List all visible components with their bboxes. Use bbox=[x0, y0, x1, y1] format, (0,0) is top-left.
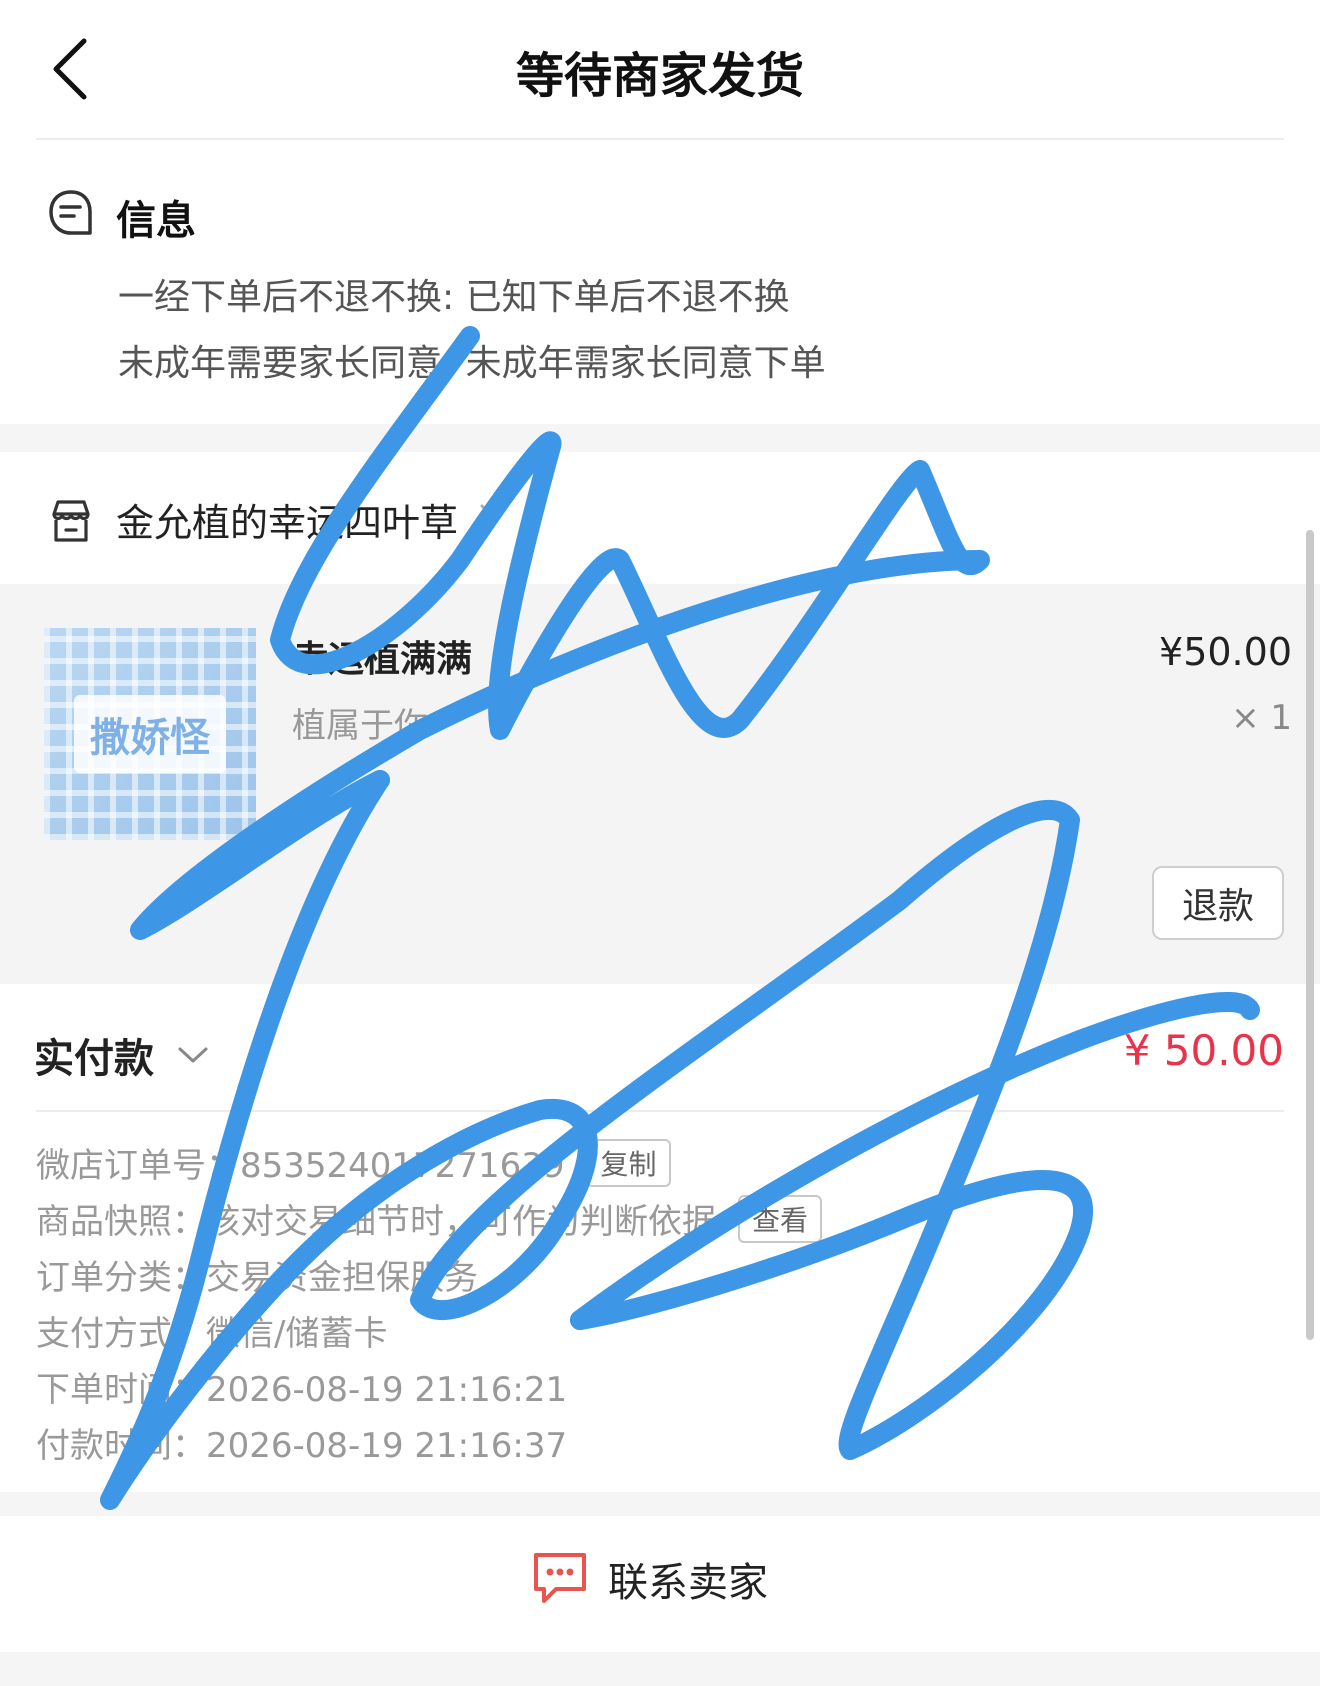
order-detail-page: 等待商家发货 信息 一经下单后不退不换: 已知下单后不退不换 未成年需要家长同意… bbox=[0, 0, 1320, 1686]
info-line-no-return: 一经下单后不退不换: 已知下单后不退不换 bbox=[118, 277, 790, 318]
info-section: 信息 一经下单后不退不换: 已知下单后不退不换 未成年需要家长同意: 未成年需家… bbox=[0, 140, 1320, 424]
product-subtitle: 植属于你 bbox=[292, 706, 428, 746]
amount-paid-label: 实付款 bbox=[34, 1036, 154, 1082]
order-number: 微店订单号：853524017271639 bbox=[36, 1146, 565, 1186]
product-quantity: × 1 bbox=[1231, 698, 1292, 738]
contact-seller-button[interactable]: 联系卖家 bbox=[530, 1550, 768, 1608]
info-title: 信息 bbox=[116, 198, 196, 244]
payment-method: 支付方式：微信/储蓄卡 bbox=[36, 1314, 388, 1354]
message-note-icon bbox=[49, 190, 92, 235]
product-thumbnail[interactable]: 撒娇怪 bbox=[44, 628, 256, 840]
contact-seller-label: 联系卖家 bbox=[608, 1560, 768, 1606]
amount-paid-value: ¥ 50.00 bbox=[1123, 1026, 1284, 1075]
product-name: 幸运植满满 bbox=[292, 639, 473, 680]
header: 等待商家发货 bbox=[0, 0, 1320, 140]
page-title: 等待商家发货 bbox=[515, 48, 804, 104]
snapshot-row: 商品快照：核对交易细节时，可作为判断依据 查看 bbox=[36, 1194, 823, 1243]
product-price: ¥50.00 bbox=[1159, 630, 1292, 674]
payment-time: 付款时间：2026-08-19 21:16:37 bbox=[36, 1426, 568, 1466]
chevron-right-icon bbox=[480, 504, 498, 535]
order-time: 下单时间：2026-08-19 21:16:21 bbox=[36, 1370, 568, 1410]
shop-icon bbox=[52, 500, 90, 542]
view-snapshot-button[interactable]: 查看 bbox=[738, 1194, 823, 1243]
refund-button[interactable]: 退款 bbox=[1152, 866, 1284, 940]
thumbnail-text: 撒娇怪 bbox=[74, 695, 226, 773]
shop-section: 金允植的幸运四叶草 撒娇怪 幸运植满满 植属于你 ¥50.00 × 1 退款 bbox=[0, 452, 1320, 984]
order-category: 订单分类：交易资金担保服务 bbox=[36, 1258, 478, 1298]
bottom-bar: 联系卖家 bbox=[0, 1516, 1320, 1652]
scrollbar[interactable] bbox=[1306, 530, 1314, 1340]
info-line-guardian-consent: 未成年需要家长同意: 未成年需家长同意下单 bbox=[118, 343, 826, 384]
shop-name: 金允植的幸运四叶草 bbox=[116, 501, 459, 545]
product-card[interactable]: 撒娇怪 幸运植满满 植属于你 ¥50.00 × 1 退款 bbox=[0, 584, 1320, 984]
chevron-down-icon bbox=[178, 1047, 208, 1063]
payment-divider bbox=[36, 1110, 1284, 1112]
chat-bubble-icon bbox=[534, 1553, 586, 1603]
shop-link[interactable]: 金允植的幸运四叶草 bbox=[116, 492, 502, 547]
copy-button[interactable]: 复制 bbox=[586, 1138, 671, 1187]
payment-section: 实付款 ¥ 50.00 微店订单号：853524017271639 复制 商品快… bbox=[0, 984, 1320, 1492]
product-snapshot: 商品快照：核对交易细节时，可作为判断依据 bbox=[36, 1202, 716, 1242]
order-number-row: 微店订单号：853524017271639 复制 bbox=[36, 1138, 671, 1187]
amount-paid-toggle[interactable]: 实付款 bbox=[34, 1026, 210, 1084]
